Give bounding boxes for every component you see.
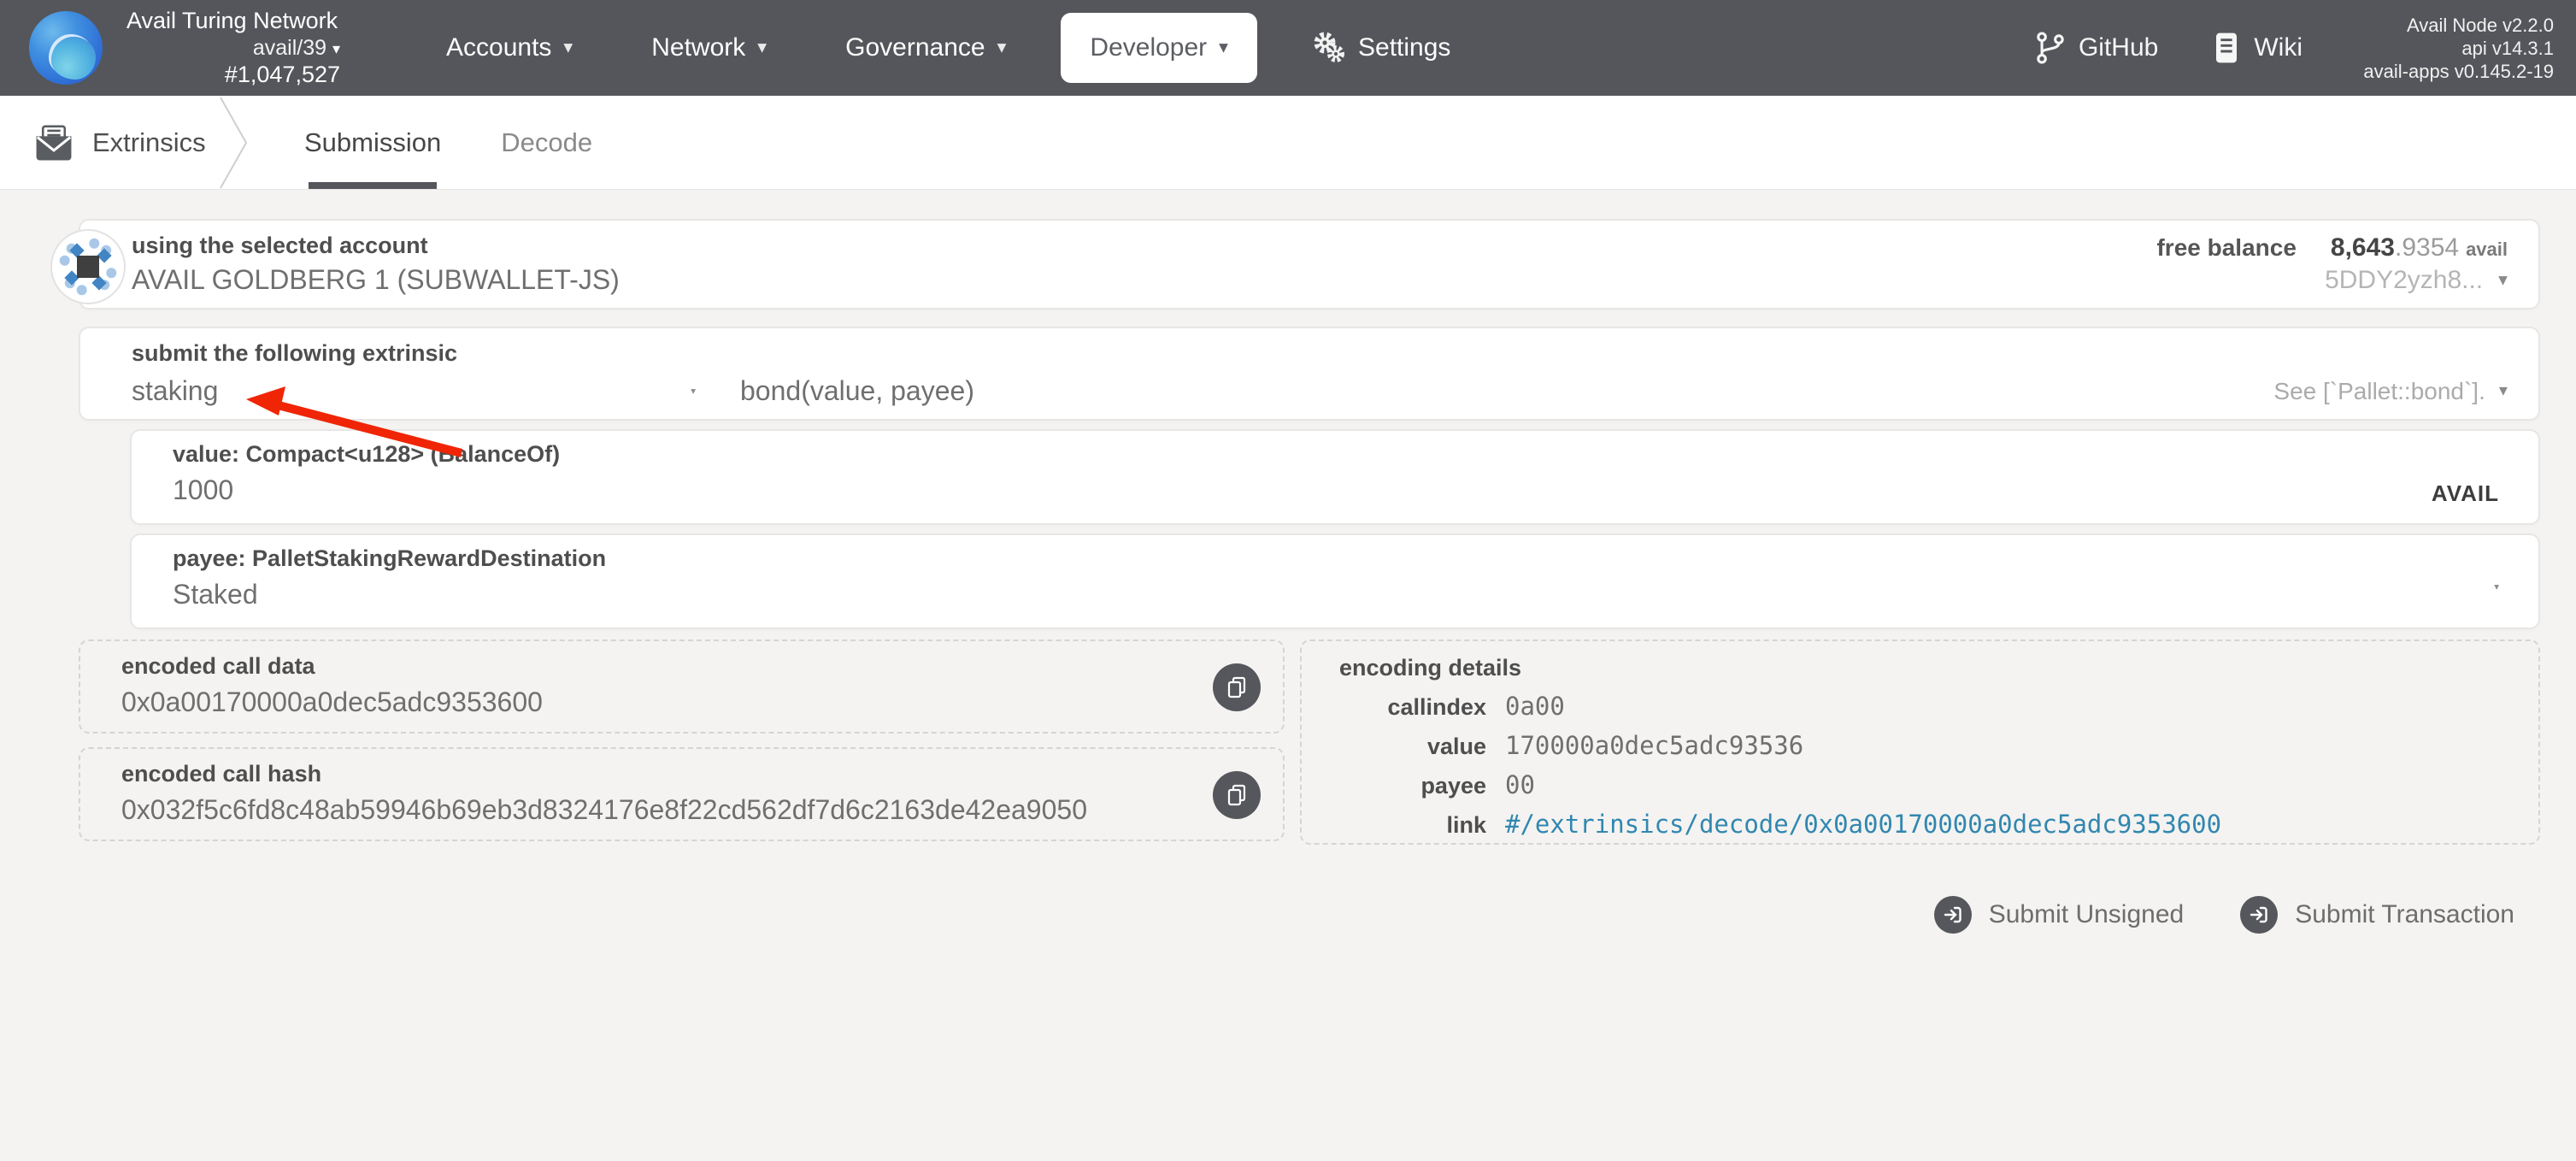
extrinsics-icon — [36, 125, 72, 160]
detail-key-payee: payee — [1420, 773, 1486, 799]
chevron-down-icon: ▾ — [2498, 268, 2508, 290]
sign-in-icon — [2240, 896, 2279, 934]
param-payee-value[interactable]: Staked — [173, 579, 2501, 610]
section-title: Extrinsics — [92, 127, 206, 157]
github-icon — [2037, 32, 2064, 64]
wiki-link[interactable]: Wiki — [2213, 31, 2303, 65]
encoded-call-hash-label: encoded call hash — [121, 761, 322, 787]
main-content: using the selected account AVAIL GOLDBER… — [0, 190, 2576, 934]
section-head: Extrinsics — [0, 96, 214, 189]
encoded-call-data-box: encoded call data 0x0a00170000a0dec5adc9… — [79, 639, 1285, 734]
top-header: Avail Turing Network avail/39 ▾ #1,047,5… — [0, 0, 2576, 96]
copy-icon — [1227, 784, 1246, 806]
encoded-call-hash-box: encoded call hash 0x032f5c6fd8c48ab59946… — [79, 747, 1285, 841]
nav-settings[interactable]: Settings — [1283, 0, 1479, 96]
param-value-input[interactable]: 1000 — [173, 474, 2501, 506]
github-link[interactable]: GitHub — [2036, 31, 2158, 65]
detail-value-callindex: 0a00 — [1505, 692, 1565, 721]
chevron-down-icon[interactable]: ▾ — [2494, 580, 2499, 592]
network-name: Avail Turing Network — [126, 7, 338, 33]
chevron-down-icon: ▾ — [757, 36, 768, 57]
tab-bar: Extrinsics Submission Decode — [0, 96, 2576, 190]
detail-value-value: 170000a0dec5adc93536 — [1505, 731, 1804, 760]
balance-integer: 8,643 — [2330, 233, 2395, 262]
encoded-call-data-label: encoded call data — [121, 653, 315, 679]
chain-spec[interactable]: avail/39 ▾ — [253, 35, 340, 62]
chevron-down-icon: ▾ — [2498, 381, 2508, 400]
pallet-value: staking — [132, 375, 219, 406]
chevron-down-icon: ▾ — [332, 39, 340, 57]
method-select[interactable]: bond(value, payee) See [`Pallet::bond`].… — [740, 375, 2508, 407]
sign-in-icon — [1933, 896, 1972, 934]
encoded-call-data-value: 0x0a00170000a0dec5adc9353600 — [121, 687, 543, 717]
tab-submission[interactable]: Submission — [304, 96, 441, 189]
method-doc-text: See [`Pallet::bond`]. — [2273, 377, 2485, 404]
gear-icon — [1314, 32, 1344, 62]
extrinsic-card: submit the following extrinsic staking ▾… — [79, 327, 2540, 421]
balance-unit: avail — [2466, 239, 2508, 260]
apps-version: avail-apps v0.145.2-19 — [2363, 60, 2554, 82]
detail-key-callindex: callindex — [1387, 694, 1486, 720]
chevron-down-icon: ▾ — [1219, 36, 1228, 57]
free-balance: free balance 8,643.9354 avail — [2156, 233, 2508, 262]
detail-key-link: link — [1446, 812, 1486, 838]
brand[interactable]: Avail Turing Network avail/39 ▾ #1,047,5… — [0, 7, 340, 89]
submit-unsigned-button[interactable]: Submit Unsigned — [1933, 896, 2184, 934]
account-selector[interactable]: using the selected account AVAIL GOLDBER… — [50, 219, 2540, 309]
chevron-down-icon: ▾ — [563, 36, 573, 57]
tabs: Submission Decode — [304, 96, 592, 189]
balance-fraction: .9354 — [2394, 233, 2460, 262]
copy-icon — [1227, 676, 1246, 698]
submit-transaction-button[interactable]: Submit Transaction — [2240, 896, 2514, 934]
chevron-down-icon: ▾ — [997, 36, 1007, 57]
account-identicon — [50, 229, 126, 304]
detail-value-payee: 00 — [1505, 770, 1535, 799]
encoded-call-hash-value: 0x032f5c6fd8c48ab59946b69eb3d8324176e8f2… — [121, 794, 1087, 825]
avail-logo-icon — [29, 11, 103, 85]
breadcrumb-divider — [220, 97, 248, 189]
chevron-down-icon: ▾ — [691, 386, 696, 397]
param-payee-field[interactable]: payee: PalletStakingRewardDestination St… — [130, 533, 2540, 629]
method-value: bond(value, payee) — [740, 375, 974, 406]
account-address[interactable]: 5DDY2yzh8... ▾ — [2325, 266, 2508, 295]
block-number[interactable]: #1,047,527 — [225, 61, 340, 89]
book-icon — [2216, 32, 2238, 63]
copy-call-hash-button[interactable] — [1213, 771, 1261, 819]
node-version: Avail Node v2.2.0 — [2406, 14, 2554, 36]
param-value-unit: AVAIL — [2431, 480, 2499, 506]
api-version: api v14.3.1 — [2461, 37, 2554, 59]
account-label: using the selected account — [132, 233, 428, 258]
extrinsic-label: submit the following extrinsic — [132, 340, 458, 366]
detail-key-value: value — [1426, 734, 1486, 759]
decode-link[interactable]: #/extrinsics/decode/0x0a00170000a0dec5ad… — [1505, 810, 2504, 839]
main-nav: Accounts ▾ Network ▾ Governance ▾ Developer… — [417, 0, 1479, 96]
param-value-label: value: Compact<u128> (BalanceOf) — [173, 441, 561, 467]
nav-governance[interactable]: Governance ▾ — [816, 0, 1035, 96]
param-value-field[interactable]: value: Compact<u128> (BalanceOf) 1000 AV… — [130, 429, 2540, 525]
encoding-details-title: encoding details — [1339, 655, 1522, 681]
param-payee-label: payee: PalletStakingRewardDestination — [173, 545, 607, 571]
free-balance-label: free balance — [2156, 234, 2297, 261]
tab-decode[interactable]: Decode — [501, 96, 592, 189]
pallet-select[interactable]: staking ▾ — [132, 375, 696, 407]
nav-network[interactable]: Network ▾ — [622, 0, 796, 96]
account-name: AVAIL GOLDBERG 1 (SUBWALLET-JS) — [132, 264, 620, 295]
nav-accounts[interactable]: Accounts ▾ — [417, 0, 602, 96]
encoding-details-box: encoding details callindex 0a00 value 17… — [1300, 639, 2540, 845]
copy-call-data-button[interactable] — [1213, 663, 1261, 711]
version-info: Avail Node v2.2.0 api v14.3.1 avail-apps… — [2357, 14, 2554, 83]
nav-developer[interactable]: Developer ▾ — [1061, 13, 1257, 83]
